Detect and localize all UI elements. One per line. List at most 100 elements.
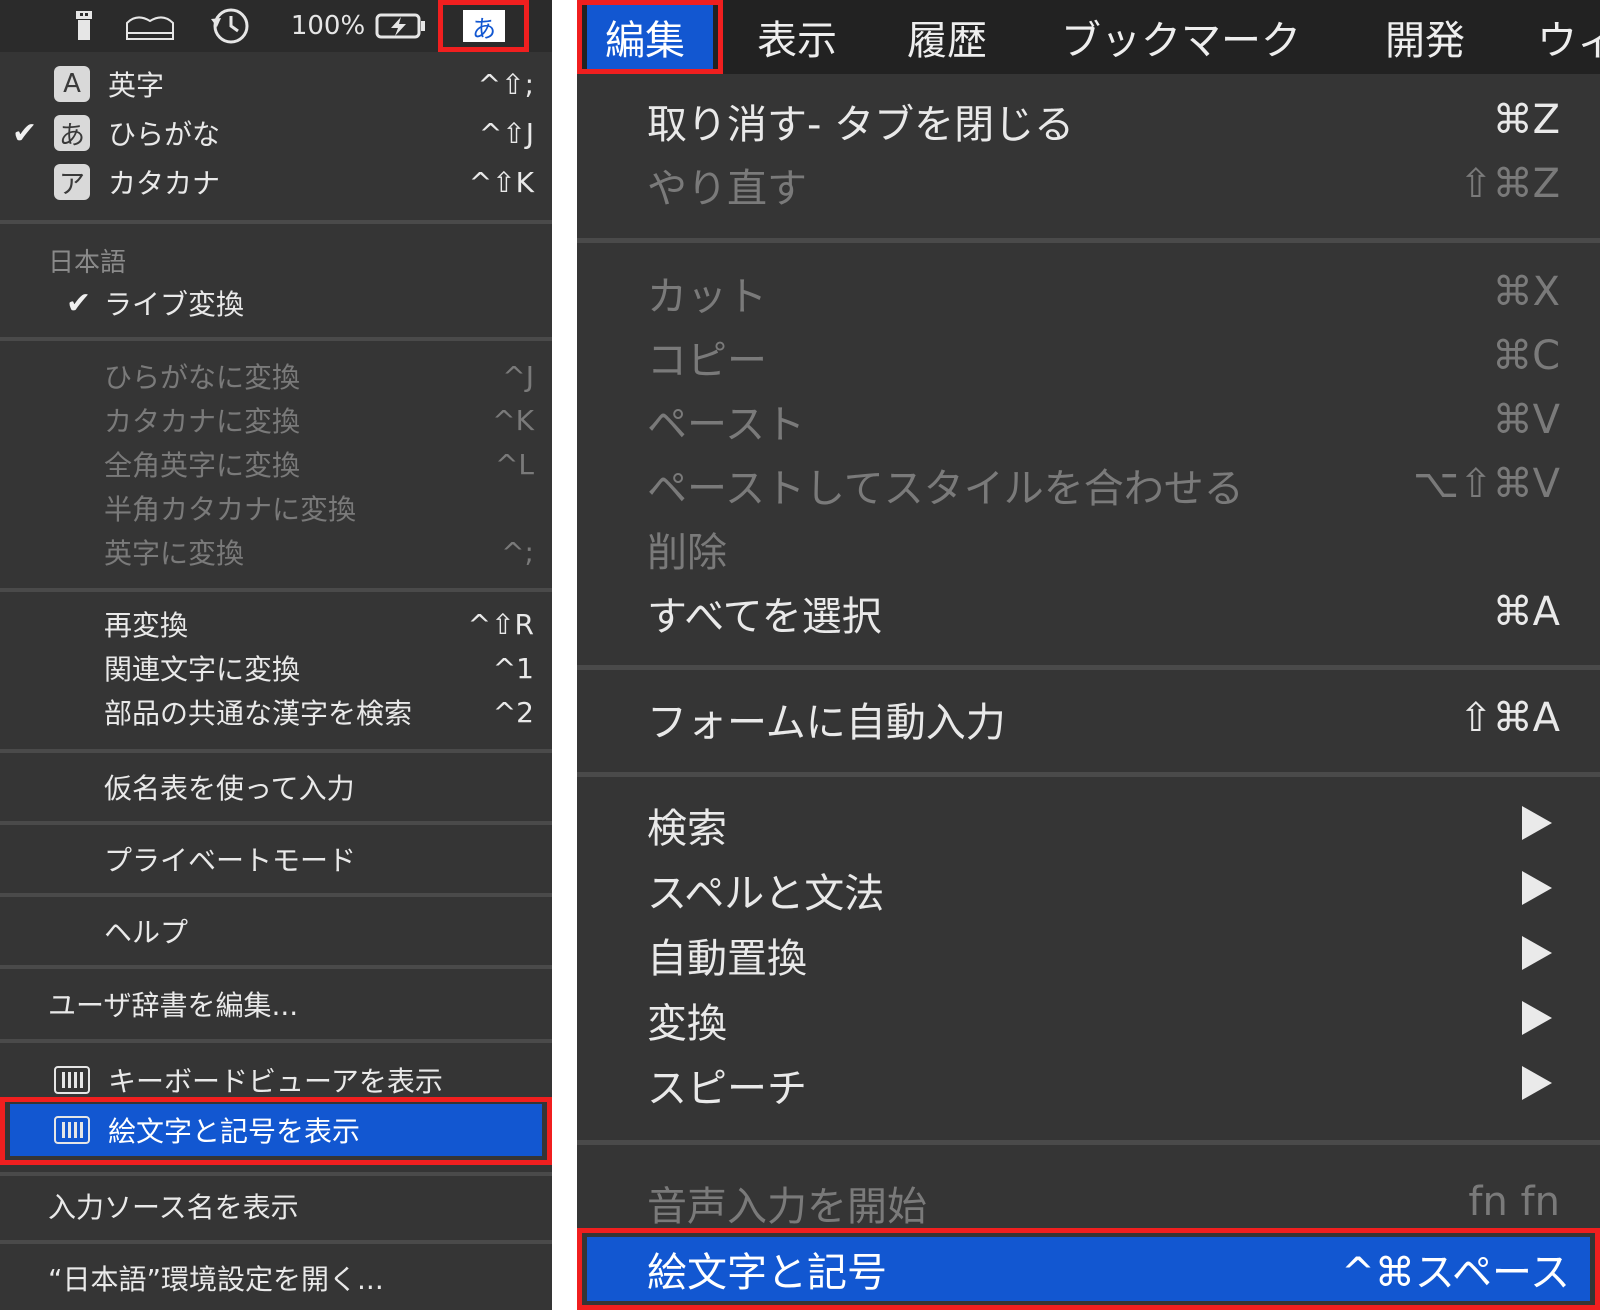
item-label: 絵文字と記号 xyxy=(647,1250,887,1296)
private-mode[interactable]: プライベートモード xyxy=(0,838,552,880)
menu-develop[interactable]: 開発 xyxy=(1385,0,1465,74)
menu-bookmarks[interactable]: ブックマーク xyxy=(1061,0,1301,74)
open-preferences[interactable]: “日本語”環境設定を開く... xyxy=(0,1256,552,1300)
separator xyxy=(0,220,552,224)
convert-katakana[interactable]: カタカナに変換 ^K xyxy=(0,400,552,440)
kanji-search[interactable]: 部品の共通な漢字を検索 ^2 xyxy=(0,692,552,732)
mode-label: ひらがな xyxy=(108,118,221,151)
separator xyxy=(577,665,1600,670)
hiragana-badge: あ xyxy=(54,115,90,151)
paste-and-match-style[interactable]: ペーストしてスタイルを合わせる ⌥⇧⌘V xyxy=(577,456,1600,512)
edit-menu: 編集 表示 履歴 ブックマーク 開発 ウィ 取り消す- タブを閉じる ⌘Z やり… xyxy=(577,0,1600,1310)
mode-eiji[interactable]: A 英字 ^⇧; xyxy=(0,63,552,105)
item-label: 再変換 xyxy=(104,609,189,642)
select-all[interactable]: すべてを選択 ⌘A xyxy=(577,584,1600,640)
shortcut: ⌘X xyxy=(1492,269,1560,315)
item-label: コピー xyxy=(647,338,767,384)
submenu-arrow-icon xyxy=(1522,871,1552,905)
mode-label: カタカナ xyxy=(108,167,221,200)
help[interactable]: ヘルプ xyxy=(0,910,552,952)
mode-label: 英字 xyxy=(108,69,165,102)
shortcut: ⌘V xyxy=(1492,397,1560,443)
katakana-badge: ア xyxy=(54,164,90,200)
shortcut: ⌥⇧⌘V xyxy=(1413,461,1560,507)
drive-icon[interactable] xyxy=(124,0,176,52)
convert-zenkaku[interactable]: 全角英字に変換 ^L xyxy=(0,444,552,484)
mode-hiragana[interactable]: ✔ あ ひらがな ^⇧J xyxy=(0,112,552,154)
edit-user-dictionary[interactable]: ユーザ辞書を編集... xyxy=(0,983,552,1025)
kana-table[interactable]: 仮名表を使って入力 xyxy=(0,766,552,808)
checkmark-icon: ✔ xyxy=(66,285,92,321)
battery-percent: 100% xyxy=(290,11,366,41)
separator xyxy=(0,1039,552,1043)
mode-katakana[interactable]: ア カタカナ ^⇧K xyxy=(0,161,552,203)
submenu-arrow-icon xyxy=(1522,806,1552,840)
menu-history[interactable]: 履歴 xyxy=(907,0,987,74)
menu-edit[interactable]: 編集 xyxy=(605,0,685,74)
eiji-badge: A xyxy=(54,66,90,102)
section-title: 日本語 xyxy=(48,248,127,278)
submenu-arrow-icon xyxy=(1522,1066,1552,1100)
shortcut: ⌘A xyxy=(1492,589,1560,635)
submenu-arrow-icon xyxy=(1522,936,1552,970)
delete[interactable]: 削除 xyxy=(577,520,1600,576)
shortcut: fn fn xyxy=(1468,1179,1560,1225)
input-source-menu: 100% あ A 英字 ^⇧; ✔ あ ひらがな ^⇧J ア カタカナ ^⇧K … xyxy=(0,0,552,1310)
item-label: ユーザ辞書を編集... xyxy=(48,989,299,1022)
submenu-find[interactable]: 検索 xyxy=(577,796,1600,852)
input-mode-indicator[interactable]: あ xyxy=(463,10,505,43)
copy[interactable]: コピー ⌘C xyxy=(577,328,1600,384)
item-label: 音声入力を開始 xyxy=(647,1184,927,1230)
keyboard-icon xyxy=(54,1066,90,1094)
related-chars[interactable]: 関連文字に変換 ^1 xyxy=(0,648,552,688)
emoji-and-symbols[interactable]: 絵文字と記号 ^⌘スペース xyxy=(577,1240,1600,1296)
shortcut: ^; xyxy=(501,535,534,569)
usb-icon[interactable] xyxy=(66,0,102,52)
menu-view[interactable]: 表示 xyxy=(757,0,837,74)
separator xyxy=(0,893,552,897)
convert-eiji[interactable]: 英字に変換 ^; xyxy=(0,532,552,572)
live-conversion[interactable]: ✔ ライブ変換 xyxy=(0,282,552,324)
show-emoji-and-symbols[interactable]: 絵文字と記号を表示 xyxy=(0,1108,552,1152)
shortcut: ^⇧R xyxy=(467,607,534,641)
item-label: 英字に変換 xyxy=(104,537,245,570)
time-machine-icon[interactable] xyxy=(206,0,254,52)
menu-window[interactable]: ウィ xyxy=(1537,0,1600,74)
item-label: スペルと文法 xyxy=(647,871,885,917)
item-label: プライベートモード xyxy=(104,844,357,877)
separator xyxy=(0,821,552,825)
convert-hiragana[interactable]: ひらがなに変換 ^J xyxy=(0,356,552,396)
reconvert[interactable]: 再変換 ^⇧R xyxy=(0,604,552,644)
submenu-substitutions[interactable]: 自動置換 xyxy=(577,926,1600,982)
menu-bar: 100% あ xyxy=(0,0,552,52)
item-label: フォームに自動入力 xyxy=(647,700,1006,746)
item-label: やり直す xyxy=(647,166,807,212)
separator xyxy=(0,965,552,969)
submenu-speech[interactable]: スピーチ xyxy=(577,1056,1600,1112)
show-keyboard-viewer[interactable]: キーボードビューアを表示 xyxy=(0,1058,552,1102)
submenu-spelling[interactable]: スペルと文法 xyxy=(577,861,1600,917)
separator xyxy=(0,1172,552,1176)
shortcut: ^⌘スペース xyxy=(1341,1250,1570,1296)
separator xyxy=(577,1140,1600,1145)
show-input-source-name[interactable]: 入力ソース名を表示 xyxy=(0,1184,552,1228)
autofill-form[interactable]: フォームに自動入力 ⇧⌘A xyxy=(577,690,1600,746)
item-label: 取り消す- タブを閉じる xyxy=(647,102,1075,148)
item-label: すべてを選択 xyxy=(647,594,882,640)
redo[interactable]: やり直す ⇧⌘Z xyxy=(577,156,1600,212)
convert-hankaku[interactable]: 半角カタカナに変換 xyxy=(0,488,552,528)
item-label: ペーストしてスタイルを合わせる xyxy=(647,466,1244,512)
start-dictation[interactable]: 音声入力を開始 fn fn xyxy=(577,1174,1600,1230)
item-label: 自動置換 xyxy=(647,936,807,982)
battery-charging-icon[interactable] xyxy=(374,0,428,52)
paste[interactable]: ペースト ⌘V xyxy=(577,392,1600,448)
shortcut: ⌘Z xyxy=(1492,97,1560,143)
shortcut: ⇧⌘A xyxy=(1459,695,1560,741)
shortcut: ^⇧J xyxy=(478,116,534,150)
item-label: カット xyxy=(647,274,767,320)
shortcut: ^⇧K xyxy=(468,165,534,199)
cut[interactable]: カット ⌘X xyxy=(577,264,1600,320)
submenu-transformations[interactable]: 変換 xyxy=(577,991,1600,1047)
item-label: 検索 xyxy=(647,806,727,852)
undo[interactable]: 取り消す- タブを閉じる ⌘Z xyxy=(577,92,1600,148)
